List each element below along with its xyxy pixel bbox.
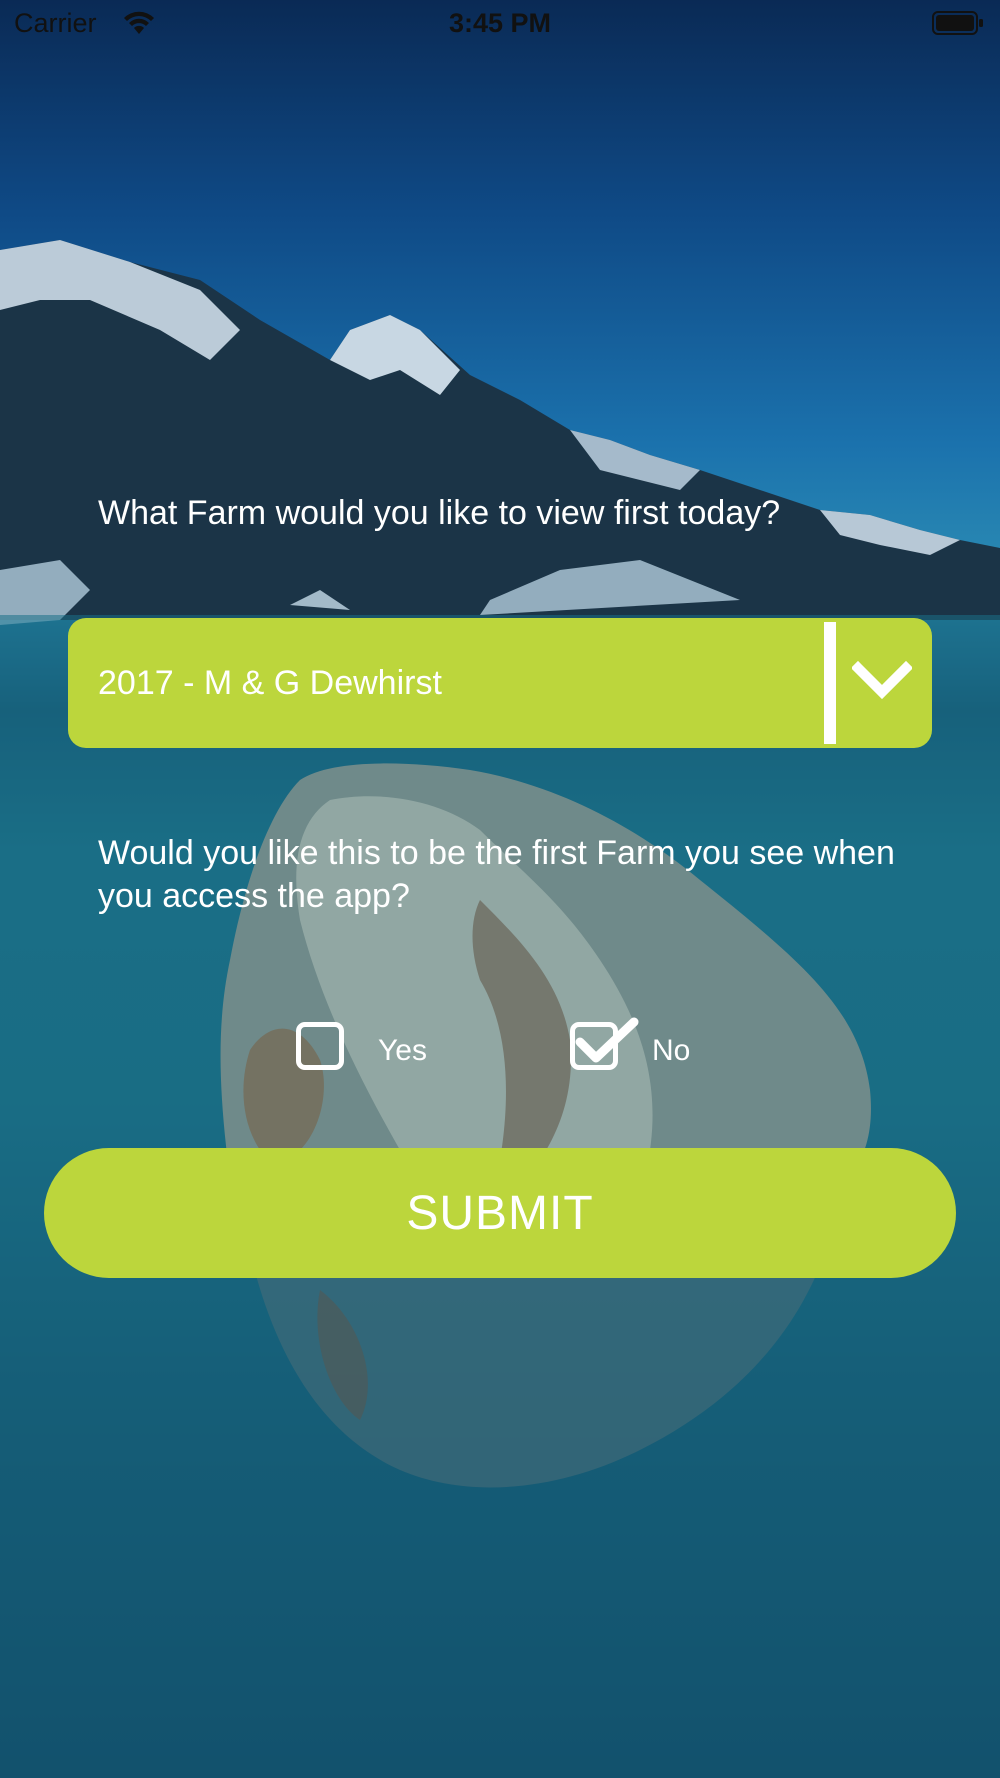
farm-select[interactable]: 2017 - M & G Dewhirst [68, 618, 932, 748]
yes-label: Yes [378, 1034, 427, 1067]
clock: 3:45 PM [448, 8, 552, 38]
chevron-down-icon[interactable] [850, 658, 914, 713]
default-farm-question: Would you like this to be the first Farm… [98, 834, 895, 915]
farm-question: What Farm would you like to view first t… [98, 494, 781, 532]
checkmark-icon [572, 1014, 642, 1079]
yes-checkbox[interactable] [296, 1022, 344, 1070]
status-bar: Carrier 3:45 PM [0, 0, 1000, 50]
option-no[interactable]: No [570, 1017, 730, 1080]
farm-select-value: 2017 - M & G Dewhirst [98, 664, 442, 702]
option-yes[interactable]: Yes [296, 1020, 456, 1080]
no-label: No [652, 1034, 691, 1067]
select-divider [824, 622, 836, 744]
submit-button[interactable]: SUBMIT [44, 1148, 956, 1278]
battery-icon [932, 11, 984, 35]
